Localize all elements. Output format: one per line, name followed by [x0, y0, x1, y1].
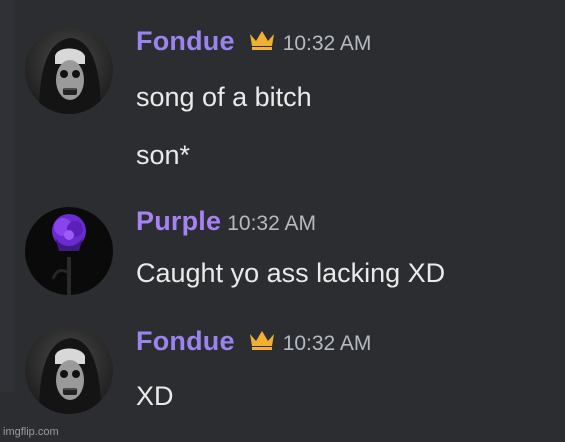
- timestamp[interactable]: 10:32 AM: [227, 212, 316, 236]
- username[interactable]: Fondue: [136, 26, 235, 57]
- avatar[interactable]: [25, 26, 113, 114]
- channel-edge: [0, 0, 14, 392]
- nun-avatar-icon: [25, 26, 113, 114]
- avatar[interactable]: [25, 326, 113, 414]
- username[interactable]: Fondue: [136, 326, 235, 357]
- purple-rose-avatar-icon: [25, 207, 113, 295]
- timestamp[interactable]: 10:32 AM: [283, 332, 372, 356]
- crown-icon: [247, 28, 277, 52]
- message-text: song of a bitch: [136, 82, 312, 112]
- username[interactable]: Purple: [136, 206, 221, 237]
- message-text: Caught yo ass lacking XD: [136, 258, 446, 288]
- watermark: imgflip.com: [3, 426, 59, 438]
- crown-icon: [247, 328, 277, 352]
- chat-message-list[interactable]: Fondue 10:32 AM song of a bitch son* Pur…: [0, 0, 565, 442]
- message-text: son*: [136, 140, 191, 170]
- nun-avatar-icon: [25, 326, 113, 414]
- message-text: XD: [136, 381, 174, 411]
- timestamp[interactable]: 10:32 AM: [283, 32, 372, 56]
- avatar[interactable]: [25, 207, 113, 295]
